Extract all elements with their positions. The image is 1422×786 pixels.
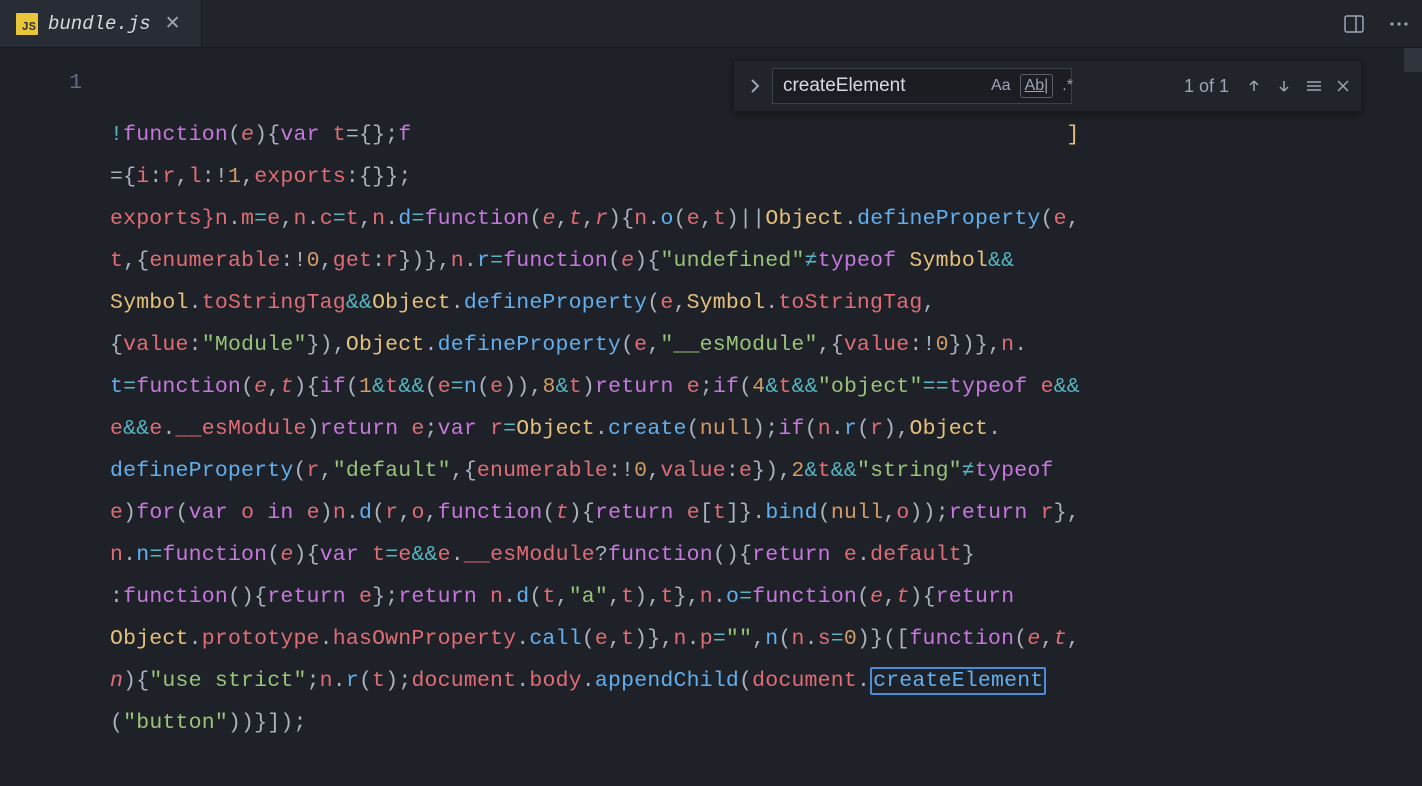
- next-match-icon[interactable]: [1275, 77, 1293, 95]
- find-widget: Aa Ab| .* 1 of 1: [733, 60, 1362, 112]
- toggle-replace-icon[interactable]: [744, 73, 766, 99]
- match-case-toggle[interactable]: Aa: [986, 74, 1016, 98]
- split-editor-icon[interactable]: [1344, 14, 1364, 34]
- previous-match-icon[interactable]: [1245, 77, 1263, 95]
- tab-bar: JS bundle.js ✕: [0, 0, 1422, 48]
- code-content[interactable]: !function(e){var t={};function n(r){if(t…: [110, 48, 1422, 716]
- regex-toggle[interactable]: .*: [1057, 74, 1078, 98]
- line-number-gutter: 1: [0, 48, 110, 716]
- close-find-icon[interactable]: [1335, 78, 1351, 94]
- tab-filename: bundle.js: [48, 13, 151, 35]
- find-in-selection-icon[interactable]: [1305, 77, 1323, 95]
- js-file-icon: JS: [16, 13, 38, 35]
- more-actions-icon[interactable]: [1388, 13, 1410, 35]
- file-tab[interactable]: JS bundle.js ✕: [0, 0, 202, 47]
- search-match-current: createElement: [870, 667, 1046, 695]
- find-result-count: 1 of 1: [1184, 76, 1229, 97]
- line-number: 1: [0, 72, 82, 95]
- minimap[interactable]: [1404, 48, 1422, 72]
- editor-area[interactable]: 1 !function(e){var t={};function n(r){if…: [0, 48, 1422, 716]
- editor-top-actions: [1344, 0, 1410, 48]
- close-icon[interactable]: ✕: [161, 12, 185, 35]
- whole-word-toggle[interactable]: Ab|: [1020, 74, 1054, 98]
